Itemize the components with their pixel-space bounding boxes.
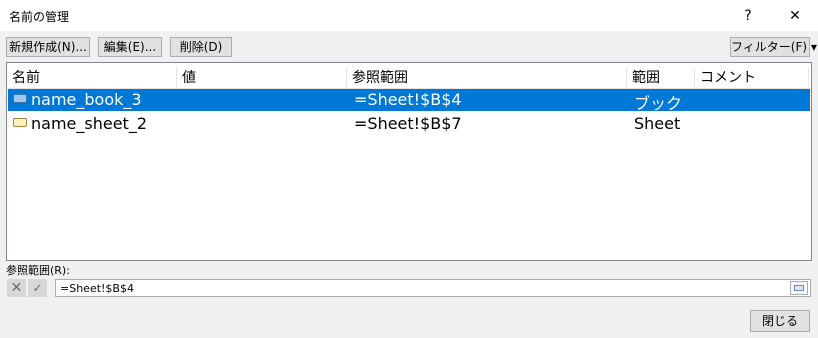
column-header-scope[interactable]: 範囲 — [627, 67, 695, 87]
scope-cell: ブック — [634, 94, 683, 113]
close-button[interactable]: 閉じる — [750, 310, 810, 332]
refers-to-cell: =Sheet!$B$4 — [354, 90, 462, 109]
name-cell: name_book_3 — [31, 90, 142, 109]
scope-cell: Sheet — [634, 114, 681, 133]
help-button[interactable]: ? — [733, 4, 763, 28]
cancel-edit-icon[interactable]: ✕ — [7, 279, 26, 297]
sheet-name-icon — [13, 118, 27, 127]
title-bar: 名前の管理 ? ✕ — [0, 0, 818, 31]
edit-name-button[interactable]: 編集(E)... — [98, 37, 162, 57]
workbook-name-icon — [13, 94, 27, 103]
column-header-value[interactable]: 値 — [177, 67, 347, 87]
list-header: 名前 値 参照範囲 範囲 コメント — [7, 63, 811, 89]
table-row[interactable]: name_book_3 =Sheet!$B$4 ブック — [8, 89, 810, 113]
new-name-button[interactable]: 新規作成(N)... — [6, 37, 90, 57]
filter-dropdown-button[interactable]: フィルター(F) ▾ — [730, 37, 817, 57]
collapse-dialog-icon[interactable] — [790, 281, 808, 295]
delete-name-button[interactable]: 削除(D) — [170, 37, 232, 57]
names-list[interactable]: 名前 値 参照範囲 範囲 コメント name_book_3 =Sheet!$B$… — [6, 62, 812, 261]
dialog-title: 名前の管理 — [9, 10, 70, 24]
name-cell: name_sheet_2 — [31, 114, 147, 133]
refers-to-cell: =Sheet!$B$7 — [354, 114, 462, 133]
column-header-comment[interactable]: コメント — [695, 67, 809, 87]
close-window-button[interactable]: ✕ — [780, 4, 810, 28]
table-row[interactable]: name_sheet_2 =Sheet!$B$7 Sheet — [8, 113, 810, 135]
refers-to-label: 参照範囲(R): — [6, 264, 70, 277]
refers-to-input[interactable] — [55, 279, 811, 297]
confirm-edit-icon[interactable]: ✓ — [28, 279, 47, 297]
column-header-refers-to[interactable]: 参照範囲 — [347, 67, 627, 87]
column-header-name[interactable]: 名前 — [7, 67, 177, 87]
